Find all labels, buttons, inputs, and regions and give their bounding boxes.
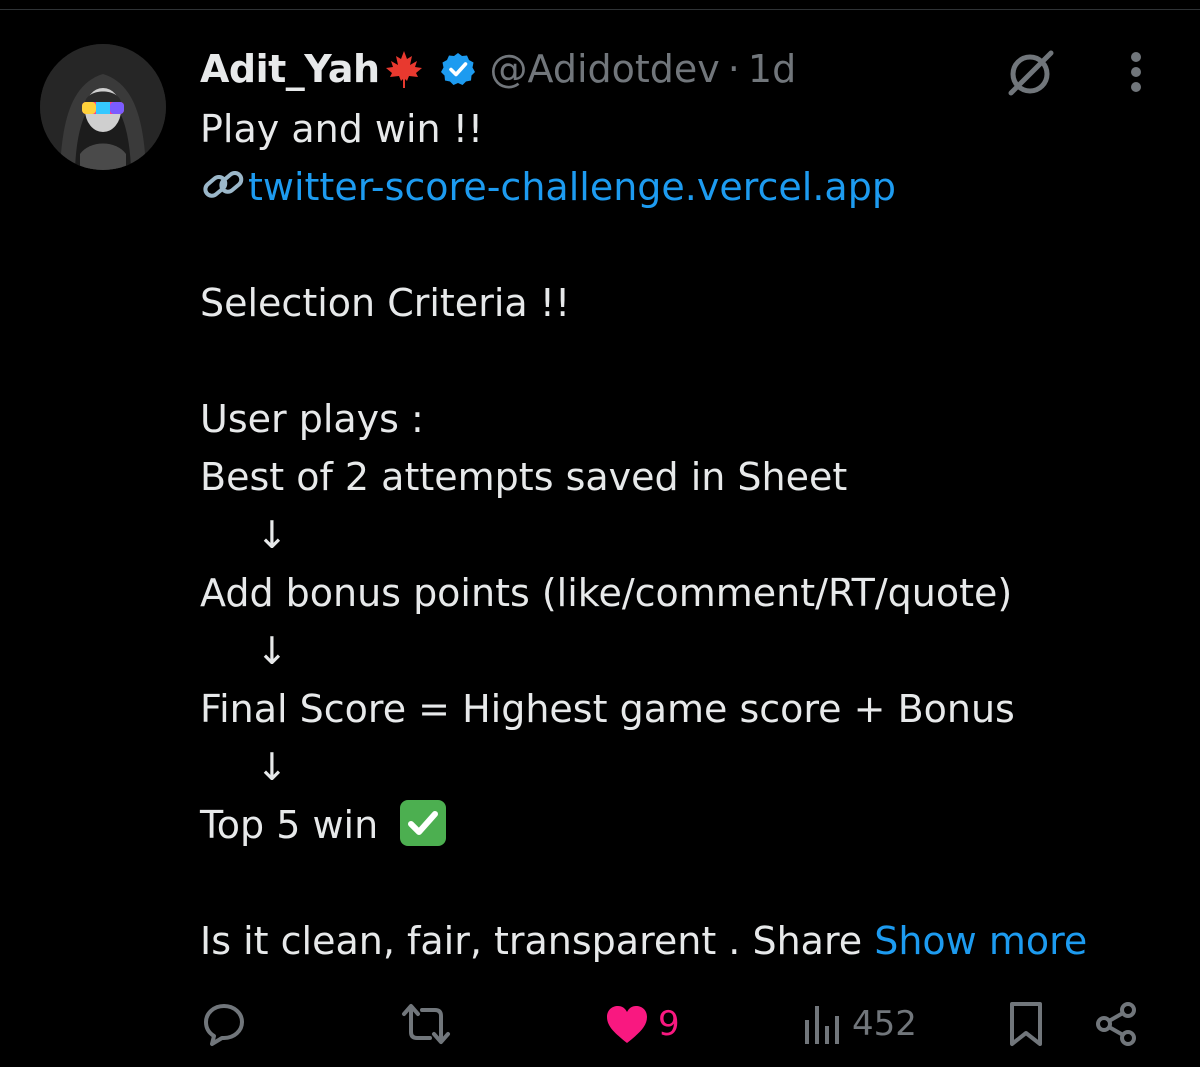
text-line: Is it clean, fair, transparent . Share xyxy=(200,919,863,963)
like-icon xyxy=(607,1006,647,1043)
down-arrow: ↓ xyxy=(256,745,288,789)
text-line: Best of 2 attempts saved in Sheet xyxy=(200,455,848,499)
views-count: 452 xyxy=(852,1004,917,1044)
verified-badge-icon[interactable] xyxy=(440,51,476,87)
show-more-link[interactable]: Show more xyxy=(874,919,1087,963)
more-options-button[interactable] xyxy=(1118,44,1154,100)
check-icon xyxy=(400,800,447,846)
tweet-header: Adit_Yah @Adidotdev · 1d xyxy=(200,42,796,96)
grok-icon xyxy=(1008,50,1054,96)
share-button[interactable] xyxy=(1092,994,1140,1054)
text-line: Add bonus points (like/comment/RT/quote) xyxy=(200,571,1013,615)
tweet-text: Play and win !! twitter-score-challenge.… xyxy=(200,100,1180,970)
text-line: Selection Criteria !! xyxy=(200,281,571,325)
tweet-link[interactable]: twitter-score-challenge.vercel.app xyxy=(248,165,896,209)
link-line: twitter-score-challenge.vercel.app xyxy=(200,158,1180,216)
like-count: 9 xyxy=(658,1004,680,1044)
text-line: User plays : xyxy=(200,397,424,441)
link-icon xyxy=(200,164,248,204)
avatar-image xyxy=(40,44,166,170)
final-line: Top 5 win xyxy=(200,796,1180,854)
retweet-button[interactable] xyxy=(398,994,454,1054)
text-line: Final Score = Highest game score + Bonus xyxy=(200,687,1015,731)
more-icon xyxy=(1131,52,1141,92)
text-line: Top 5 win xyxy=(200,803,379,847)
reply-icon xyxy=(204,1004,244,1046)
truncated-line: Is it clean, fair, transparent . Share S… xyxy=(200,912,1180,970)
like-button[interactable]: 9 xyxy=(604,994,680,1054)
avatar[interactable] xyxy=(40,44,166,170)
display-name[interactable]: Adit_Yah xyxy=(200,47,380,91)
down-arrow: ↓ xyxy=(256,513,288,557)
separator-dot: · xyxy=(727,47,740,91)
maple-leaf-icon xyxy=(382,47,426,91)
retweet-icon xyxy=(402,1004,450,1044)
bookmark-icon xyxy=(1010,1002,1042,1046)
timestamp[interactable]: 1d xyxy=(748,47,796,91)
views-button[interactable]: 452 xyxy=(802,994,917,1054)
down-arrow: ↓ xyxy=(256,629,288,673)
user-handle[interactable]: @Adidotdev xyxy=(490,47,720,91)
text-line: Play and win !! xyxy=(200,107,484,151)
views-icon xyxy=(805,1006,839,1044)
action-bar: 9 452 xyxy=(0,994,1200,1054)
share-icon xyxy=(1096,1002,1136,1046)
bookmark-button[interactable] xyxy=(1006,994,1046,1054)
top-divider xyxy=(0,9,1200,10)
reply-button[interactable] xyxy=(200,994,248,1054)
grok-button[interactable] xyxy=(998,40,1062,104)
